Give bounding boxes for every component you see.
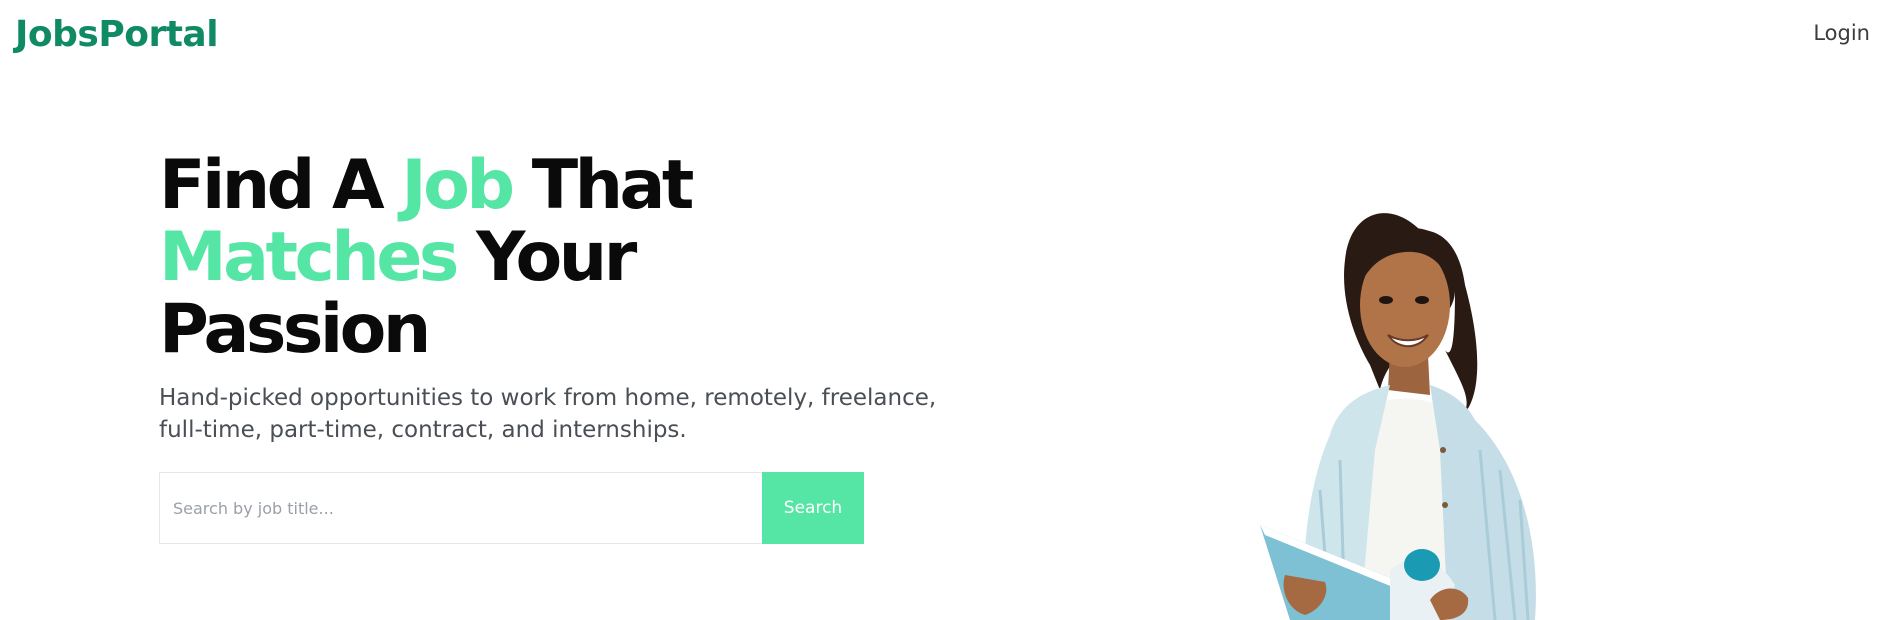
job-search-bar: Search — [159, 472, 864, 544]
subtitle-line-1: Hand-picked opportunities to work from h… — [159, 385, 937, 411]
search-button[interactable]: Search — [762, 472, 864, 544]
hero-headline: Find A Job That Matches Your Passion — [159, 150, 694, 366]
job-title-search-input[interactable] — [160, 473, 764, 543]
page: JobsPortal Login Find A Job That Matches… — [0, 0, 1900, 620]
site-logo[interactable]: JobsPortal — [15, 14, 219, 55]
headline-accent-word: Matches — [159, 218, 459, 297]
headline-word: That — [531, 146, 695, 225]
headline-word: Passion — [159, 290, 431, 369]
subtitle-line-2: full-time, part-time, contract, and inte… — [159, 417, 687, 443]
login-link[interactable]: Login — [1813, 21, 1870, 45]
headline-accent-word: Job — [401, 146, 515, 225]
headline-word: Find A — [159, 146, 385, 225]
headline-line-1: Find A Job That — [159, 150, 694, 222]
headline-line-3: Passion — [159, 294, 691, 366]
hero-person-image — [1260, 213, 1536, 620]
headline-line-2: Matches Your — [159, 222, 691, 294]
hero-subtitle: Hand-picked opportunities to work from h… — [159, 382, 939, 446]
headline-word: Your — [476, 218, 637, 297]
